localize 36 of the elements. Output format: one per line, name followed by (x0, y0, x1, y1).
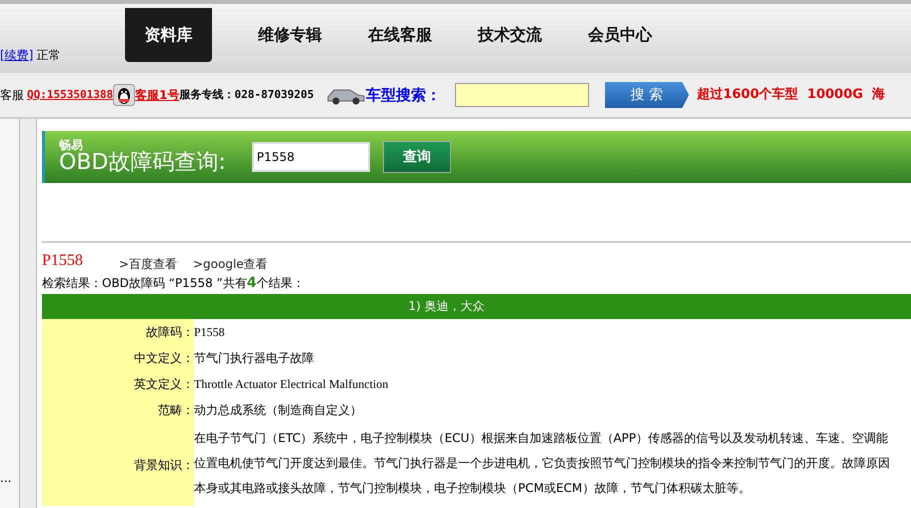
field-label: 英文定义： (42, 371, 194, 397)
field-label: 背景知识： (42, 423, 194, 506)
result-code: P1558 (42, 251, 83, 271)
search-label: 车型搜索： (366, 84, 441, 106)
more-indicator: ... (0, 470, 12, 487)
nav-tab[interactable]: 技术交流 (455, 8, 565, 62)
field-value: 节气门执行器电子故障 (194, 350, 315, 367)
nav-tab[interactable]: 资料库 (125, 8, 212, 62)
field-value: 在电子节气门（ETC）系统中，电子控制模块（ECU）根据来自加速踏板位置（APP）传感器的信号以及发动机转速、车速、空调能 位置电机使节气门开度达到最佳。节气门执行器是一个步进电机，它负责按照节气门控制模块的指令来控制节气门的开度。故障原因 本身或其电路或接头故障，节气门控制模块，电子控制模块（PCM或ECM）故障，节气门体积碳太脏等。 (194, 430, 891, 497)
field-label: 范畴： (42, 397, 194, 423)
nav-tab[interactable]: 会员中心 (565, 8, 675, 62)
service-label: 客服 (0, 87, 24, 104)
nav-tab[interactable]: 在线客服 (345, 8, 455, 62)
result-header: 1) 奥迪，大众 (42, 294, 911, 319)
result-summary: 检索结果：OBD故障码 “P1558 ”共有4个结果： (42, 274, 306, 293)
promo-text: 超过1600个车型 10000G 海 (696, 86, 886, 104)
field-label: 故障码： (42, 319, 194, 345)
code-input-field[interactable]: P1558 (252, 142, 370, 172)
search-engine-link[interactable]: >google查看 (192, 255, 268, 273)
field-value: P1558 (194, 324, 226, 341)
qq-link[interactable]: QQ:1553501388 (27, 86, 114, 104)
field-value: Throttle Actuator Electrical Malfunction (194, 376, 390, 393)
nav-tab[interactable]: 维修专辑 (235, 8, 345, 62)
brand-text: 畅易 (59, 138, 84, 151)
search-button[interactable]: 搜 索 (604, 82, 689, 108)
search-field[interactable] (454, 83, 589, 107)
search-engine-link[interactable]: >百度查看 (118, 255, 177, 273)
penguin-icon[interactable] (113, 84, 136, 106)
field-value: 动力总成系统（制造商自定义） (194, 402, 363, 419)
query-button[interactable]: 查询 (382, 141, 451, 173)
renew-link[interactable]: [续费] (0, 46, 34, 73)
banner-title: OBD故障码查询: (59, 150, 226, 176)
hotline-text: 服务专线：028-87039205 (179, 86, 314, 103)
service-link[interactable]: 客服1号 (135, 86, 180, 104)
field-label: 中文定义： (42, 345, 194, 371)
account-status: 正常 (36, 47, 60, 64)
